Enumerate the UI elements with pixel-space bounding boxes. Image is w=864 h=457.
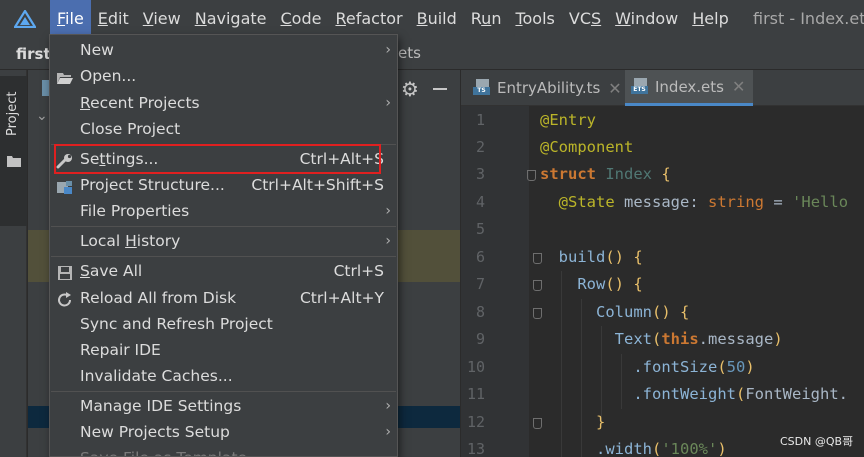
settings-highlight-box — [54, 144, 381, 174]
chevron-right-icon: › — [385, 233, 391, 249]
line-number: 13 — [466, 440, 485, 457]
menu-file[interactable]: File — [50, 0, 91, 38]
chevron-right-icon: › — [385, 95, 391, 111]
menu-help[interactable]: Help — [685, 0, 735, 38]
line-number: 3 — [475, 165, 485, 183]
menu-item-new[interactable]: New › — [50, 37, 397, 63]
code-line-13: .width('100%') — [596, 440, 727, 457]
menu-item-manage-ide-settings[interactable]: Manage IDE Settings › — [50, 393, 397, 419]
menu-build[interactable]: Build — [410, 0, 464, 38]
menu-item-save-as-template[interactable]: Save File as Template... — [50, 445, 397, 456]
tab-label: Index.ets — [655, 77, 724, 96]
menu-navigate[interactable]: Navigate — [188, 0, 274, 38]
left-tool-stripe: Project — [0, 70, 27, 457]
menu-item-reload-all[interactable]: Reload All from Disk Ctrl+Alt+Y — [50, 285, 397, 311]
menu-separator — [51, 256, 396, 257]
line-number: 10 — [466, 358, 485, 376]
close-icon[interactable]: ✕ — [608, 79, 621, 98]
line-number: 12 — [466, 413, 485, 431]
chevron-right-icon: › — [385, 398, 391, 414]
breadcrumb-project[interactable]: first — [16, 38, 51, 70]
code-line-10: .fontSize(50) — [633, 358, 755, 376]
tab-entryability[interactable]: TS EntryAbility.ts ✕ — [469, 70, 626, 106]
open-folder-icon — [56, 68, 74, 84]
line-number: 5 — [475, 220, 485, 238]
menu-vcs[interactable]: VCS — [562, 0, 608, 38]
line-number: 1 — [475, 111, 485, 129]
line-number: 11 — [466, 385, 485, 403]
menu-item-file-properties[interactable]: File Properties › — [50, 198, 397, 224]
code-line-1: @Entry — [540, 111, 596, 129]
menu-item-invalidate-caches[interactable]: Invalidate Caches... — [50, 363, 397, 389]
code-line-11: .fontWeight(FontWeight. — [633, 385, 848, 403]
gear-icon[interactable]: ⚙ — [401, 76, 419, 102]
code-line-4: @State message: string = 'Hello — [558, 193, 849, 211]
menu-bar: File Edit View Navigate Code Refactor Bu… — [0, 0, 864, 38]
menu-item-recent-projects[interactable]: Recent Projects › — [50, 90, 397, 116]
menu-run[interactable]: Run — [464, 0, 509, 38]
menu-item-open[interactable]: Open... — [50, 63, 397, 89]
typescript-file-icon: TS — [473, 79, 491, 97]
chevron-down-icon[interactable]: ⌄ — [36, 108, 48, 124]
reload-icon — [56, 290, 74, 307]
menu-view[interactable]: View — [136, 0, 188, 38]
code-line-2: @Component — [540, 138, 634, 156]
menu-edit[interactable]: Edit — [91, 0, 136, 38]
menu-item-repair-ide[interactable]: Repair IDE — [50, 337, 397, 363]
minimize-icon[interactable] — [433, 88, 447, 90]
code-line-3: struct Index { — [540, 165, 671, 183]
menu-item-sync-refresh[interactable]: Sync and Refresh Project — [50, 311, 397, 337]
window-title: first - Index.ets — [753, 9, 864, 28]
line-number: 7 — [475, 275, 485, 293]
breadcrumb-file[interactable]: ets — [398, 38, 421, 68]
app-logo-icon — [0, 0, 50, 38]
project-tool-label: Project — [5, 91, 20, 137]
editor-tab-bar: TS EntryAbility.ts ✕ ETS Index.ets ✕ — [461, 70, 864, 106]
watermark: CSDN @QB哥 — [780, 435, 854, 448]
folder-icon — [7, 152, 21, 171]
menu-item-local-history[interactable]: Local History › — [50, 228, 397, 254]
menu-item-project-structure[interactable]: Project Structure... Ctrl+Alt+Shift+S — [50, 172, 397, 198]
menu-refactor[interactable]: Refactor — [328, 0, 409, 38]
save-icon — [56, 263, 74, 280]
code-line-12: } — [596, 413, 606, 431]
menu-separator — [51, 226, 396, 227]
ets-file-icon: ETS — [631, 77, 649, 96]
file-menu-popup: New › Open... Recent Projects › Close Proj… — [49, 34, 398, 457]
tab-index-ets[interactable]: ETS Index.ets ✕ — [625, 70, 753, 106]
tab-label: EntryAbility.ts — [497, 79, 601, 97]
menu-code[interactable]: Code — [274, 0, 329, 38]
line-number: 8 — [475, 303, 485, 321]
code-line-6: build() { — [558, 248, 643, 266]
chevron-right-icon: › — [385, 42, 391, 58]
line-number: 4 — [475, 193, 485, 211]
menu-tools[interactable]: Tools — [508, 0, 561, 38]
menu-separator — [51, 391, 396, 392]
code-line-9: Text(this.message) — [614, 330, 783, 348]
project-structure-icon — [56, 177, 74, 194]
line-number: 6 — [475, 248, 485, 266]
project-tool-button[interactable]: Project — [0, 76, 27, 226]
line-number: 9 — [475, 330, 485, 348]
code-line-8: Column() { — [596, 303, 690, 321]
line-number: 2 — [475, 138, 485, 156]
chevron-right-icon: › — [385, 424, 391, 440]
menu-window[interactable]: Window — [608, 0, 685, 38]
fold-marker-icon[interactable] — [527, 170, 536, 181]
close-icon[interactable]: ✕ — [732, 77, 745, 96]
menu-item-new-projects-setup[interactable]: New Projects Setup › — [50, 419, 397, 445]
menu-item-close-project[interactable]: Close Project — [50, 116, 397, 142]
code-line-7: Row() { — [577, 275, 643, 293]
menu-item-save-all[interactable]: Save All Ctrl+S — [50, 258, 397, 284]
chevron-right-icon: › — [385, 203, 391, 219]
